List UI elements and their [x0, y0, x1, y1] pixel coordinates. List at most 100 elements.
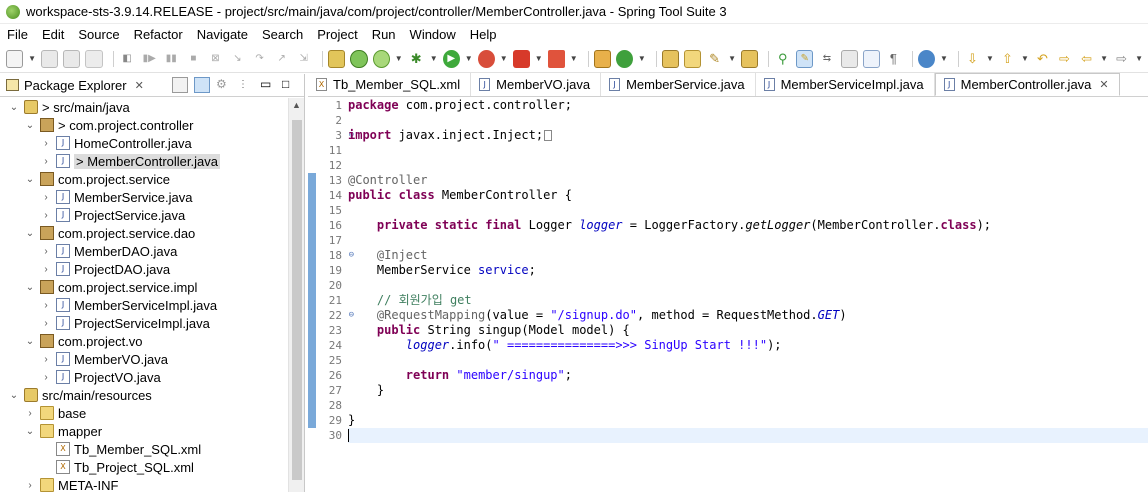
tree-item[interactable]: ⌄ com.project.service.impl: [0, 278, 288, 296]
explorer-scrollbar[interactable]: ▲: [288, 98, 304, 492]
suspend-icon[interactable]: ▮▮: [163, 50, 180, 68]
step-over-icon[interactable]: ↷: [251, 50, 268, 68]
stop-server-icon[interactable]: [512, 49, 530, 68]
filter-icon[interactable]: ⚙: [216, 77, 232, 93]
scroll-up-icon[interactable]: ▲: [292, 100, 301, 110]
terminate-icon[interactable]: ■: [185, 50, 202, 68]
expanded-chevron-icon[interactable]: ⌄: [24, 282, 36, 293]
editor-tab[interactable]: X Tb_Member_SQL.xml: [308, 73, 472, 96]
pin-editor-icon[interactable]: ⇨: [1056, 50, 1073, 68]
step-return-icon[interactable]: ↗: [273, 50, 290, 68]
new-class-icon[interactable]: [615, 49, 633, 68]
new-package-icon[interactable]: [593, 49, 611, 68]
run-icon[interactable]: ▶: [442, 49, 460, 68]
word-wrap-icon[interactable]: [840, 49, 858, 68]
menu-help[interactable]: Help: [470, 27, 497, 42]
code-area[interactable]: 1 2 3 ⊕ 11 12 13 14 15 16 17 18 ⊖ 19 20 21…: [308, 98, 1148, 492]
tree-item[interactable]: › J ProjectVO.java: [0, 368, 288, 386]
last-edit-location-icon[interactable]: ↶: [1034, 50, 1051, 68]
open-type-icon[interactable]: [661, 49, 679, 68]
tree-item[interactable]: › META-INF: [0, 476, 288, 492]
close-icon[interactable]: ✕: [1099, 78, 1108, 91]
previous-annotation-dropdown-icon[interactable]: ▼: [1021, 54, 1029, 63]
tree-item[interactable]: › J MemberServiceImpl.java: [0, 296, 288, 314]
menu-source[interactable]: Source: [78, 27, 119, 42]
collapsed-chevron-icon[interactable]: ›: [40, 372, 52, 383]
spring-dashboard-icon[interactable]: [350, 49, 368, 68]
menu-run[interactable]: Run: [372, 27, 396, 42]
expanded-chevron-icon[interactable]: ⌄: [24, 174, 36, 185]
tree-item[interactable]: ⌄ > src/main/java: [0, 98, 288, 116]
print-icon[interactable]: [85, 49, 103, 68]
expanded-chevron-icon[interactable]: ⌄: [24, 228, 36, 239]
close-icon[interactable]: ✕: [135, 79, 144, 92]
tree-item[interactable]: › J MemberDAO.java: [0, 242, 288, 260]
tree-item[interactable]: ⌄ com.project.vo: [0, 332, 288, 350]
external-tools-dropdown-icon[interactable]: ▼: [500, 54, 508, 63]
new-class-dropdown-icon[interactable]: ▼: [638, 54, 646, 63]
mark-occurrences-icon[interactable]: ✎: [796, 49, 814, 68]
previous-annotation-icon[interactable]: ⇧: [999, 50, 1016, 68]
menu-edit[interactable]: Edit: [42, 27, 64, 42]
stop-dropdown-icon[interactable]: ▼: [535, 54, 543, 63]
tree-item[interactable]: › J > MemberController.java: [0, 152, 288, 170]
web-browser-icon[interactable]: [917, 49, 935, 68]
collapsed-chevron-icon[interactable]: ›: [40, 264, 52, 275]
scrollbar-thumb[interactable]: [292, 120, 302, 480]
tree-item[interactable]: ⌄ > com.project.controller: [0, 116, 288, 134]
tree-item[interactable]: › J MemberService.java: [0, 188, 288, 206]
new-icon[interactable]: [6, 49, 24, 68]
server-dropdown-icon[interactable]: ▼: [570, 54, 578, 63]
collapsed-chevron-icon[interactable]: ›: [40, 246, 52, 257]
tree-item[interactable]: › J MemberVO.java: [0, 350, 288, 368]
menu-file[interactable]: File: [7, 27, 28, 42]
editor-tab[interactable]: J MemberServiceImpl.java: [756, 73, 935, 96]
back-dropdown-icon[interactable]: ▼: [1100, 54, 1108, 63]
spring-dropdown-icon[interactable]: ▼: [395, 54, 403, 63]
tree-item[interactable]: › J ProjectServiceImpl.java: [0, 314, 288, 332]
menu-search[interactable]: Search: [262, 27, 303, 42]
menu-navigate[interactable]: Navigate: [197, 27, 248, 42]
next-annotation-dropdown-icon[interactable]: ▼: [986, 54, 994, 63]
tree-item[interactable]: ⌄ com.project.service: [0, 170, 288, 188]
tree-item[interactable]: › J ProjectService.java: [0, 206, 288, 224]
tree-item[interactable]: › base: [0, 404, 288, 422]
collapsed-chevron-icon[interactable]: ›: [40, 354, 52, 365]
step-into-icon[interactable]: ↘: [229, 50, 246, 68]
collapsed-chevron-icon[interactable]: ›: [40, 156, 52, 167]
resume-icon[interactable]: ▮▶: [141, 50, 158, 68]
collapsed-chevron-icon[interactable]: ›: [40, 138, 52, 149]
save-icon[interactable]: [41, 49, 59, 68]
menu-window[interactable]: Window: [410, 27, 456, 42]
tree-item[interactable]: ⌄ mapper: [0, 422, 288, 440]
tree-item[interactable]: ⌄ src/main/resources: [0, 386, 288, 404]
browser-dropdown-icon[interactable]: ▼: [940, 54, 948, 63]
view-menu-icon[interactable]: ⋮: [238, 77, 254, 93]
back-icon[interactable]: ⇦: [1078, 50, 1095, 68]
collapsed-chevron-icon[interactable]: ›: [24, 480, 36, 491]
spring-boot-icon[interactable]: [372, 49, 390, 68]
skip-breakpoints-icon[interactable]: ◧: [119, 50, 136, 68]
maximize-icon[interactable]: □: [282, 77, 298, 93]
forward-dropdown-icon[interactable]: ▼: [1135, 54, 1143, 63]
drop-to-frame-icon[interactable]: ⇲: [295, 50, 312, 68]
expanded-chevron-icon[interactable]: ⌄: [24, 336, 36, 347]
collapsed-chevron-icon[interactable]: ›: [40, 192, 52, 203]
new-dropdown-icon[interactable]: ▼: [28, 54, 36, 63]
tree-item[interactable]: X Tb_Project_SQL.xml: [0, 458, 288, 476]
tree-item[interactable]: ⌄ com.project.service.dao: [0, 224, 288, 242]
toggle-breadcrumb-icon[interactable]: ⚲: [774, 50, 791, 68]
show-whitespace-icon[interactable]: [862, 49, 880, 68]
open-task-icon[interactable]: ✎: [706, 50, 723, 68]
paragraph-icon[interactable]: ¶: [885, 50, 902, 68]
source-code[interactable]: package com.project.controller; import j…: [348, 98, 1148, 492]
expanded-chevron-icon[interactable]: ⌄: [24, 120, 36, 131]
tree-item[interactable]: › J HomeController.java: [0, 134, 288, 152]
server-icon[interactable]: [547, 49, 565, 68]
menu-project[interactable]: Project: [317, 27, 357, 42]
link-with-editor-icon[interactable]: [194, 77, 210, 93]
debug-dropdown-icon[interactable]: ▼: [430, 54, 438, 63]
debug-icon[interactable]: ✱: [408, 50, 425, 68]
editor-tab[interactable]: J MemberVO.java: [471, 73, 602, 96]
collapsed-chevron-icon[interactable]: ›: [24, 408, 36, 419]
